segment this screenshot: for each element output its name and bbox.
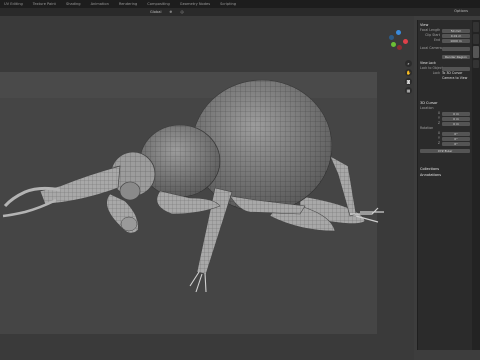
weevil-mesh-model[interactable] xyxy=(0,16,414,360)
viewport-header: Global ⊕ ◎ Options xyxy=(0,8,480,16)
tab-geometry-nodes[interactable]: Geometry Nodes xyxy=(180,2,210,6)
options-dropdown[interactable]: Options xyxy=(454,9,468,13)
clip-end-field[interactable]: 1000 m xyxy=(442,38,470,43)
zoom-icon[interactable]: ⌕ xyxy=(405,60,412,67)
tab-view[interactable] xyxy=(473,46,479,58)
orientation-dropdown[interactable]: Global xyxy=(150,10,161,14)
render-region-toggle[interactable]: Render Region xyxy=(442,54,470,59)
clip-end-label: End xyxy=(433,38,440,42)
3d-cursor-section: 3D Cursor Location X0 m Y0 m Z0 m Rotati… xyxy=(420,100,470,153)
rotation-mode-dropdown[interactable]: XYZ Euler xyxy=(420,148,470,153)
tab-texture-paint[interactable]: Texture Paint xyxy=(33,2,56,6)
workspace-bar: UV Editing Texture Paint Shading Animati… xyxy=(0,0,480,8)
snap-icon[interactable]: ⊕ xyxy=(169,10,172,14)
tab-compositing[interactable]: Compositing xyxy=(147,2,170,6)
collections-section: Collections Annotations xyxy=(420,166,470,178)
tab-scripting[interactable]: Scripting xyxy=(220,2,236,6)
tab-wkspc[interactable] xyxy=(473,60,479,68)
rotation-z-field[interactable]: 0° xyxy=(442,141,470,146)
front-legs xyxy=(106,187,233,293)
head-and-rostrum xyxy=(39,151,156,205)
3d-viewport[interactable]: ⌕ ✋ ◙ ▦ xyxy=(0,16,414,360)
camera-to-view-checkbox[interactable]: Camera to View xyxy=(442,76,467,81)
rotation-x-field[interactable]: 0° xyxy=(442,131,470,136)
gizmo-x-axis[interactable] xyxy=(403,39,408,44)
pan-hand-icon[interactable]: ✋ xyxy=(405,69,412,76)
camera-view-icon[interactable]: ◙ xyxy=(405,78,412,85)
lock-to-object-field[interactable] xyxy=(442,66,470,71)
proportional-icon[interactable]: ◎ xyxy=(180,10,183,14)
sidebar-n-panel: View Focal Length 50 mm Clip Start 0.01 m … xyxy=(417,20,472,350)
gizmo-y-axis[interactable] xyxy=(391,42,396,47)
thorax xyxy=(139,124,221,198)
local-camera-field[interactable] xyxy=(442,46,470,51)
cursor-x-field[interactable]: 0 m xyxy=(442,111,470,116)
navigation-gizmo[interactable] xyxy=(388,30,410,52)
tab-tool[interactable] xyxy=(473,34,479,44)
gizmo-neg-axis-2[interactable] xyxy=(389,35,394,40)
local-camera-label: Local Camera xyxy=(420,46,442,50)
lock-label: Lock xyxy=(432,71,440,75)
gizmo-z-axis[interactable] xyxy=(396,30,401,35)
clip-start-field[interactable]: 0.01 m xyxy=(442,33,470,38)
tab-uv-editing[interactable]: UV Editing xyxy=(4,2,23,6)
view-section: View Focal Length 50 mm Clip Start 0.01 m … xyxy=(420,22,470,81)
tab-shading[interactable]: Shading xyxy=(66,2,81,6)
tab-item[interactable] xyxy=(473,22,479,32)
tab-animation[interactable]: Animation xyxy=(91,2,109,6)
annotations-header[interactable]: Annotations xyxy=(420,172,470,178)
cursor-z-field[interactable]: 0 m xyxy=(442,121,470,126)
gizmo-neg-axis[interactable] xyxy=(397,45,402,50)
cursor-y-field[interactable]: 0 m xyxy=(442,116,470,121)
focal-length-field[interactable]: 50 mm xyxy=(442,28,470,33)
perspective-grid-icon[interactable]: ▦ xyxy=(405,87,412,94)
tab-rendering[interactable]: Rendering xyxy=(119,2,137,6)
rotation-y-field[interactable]: 0° xyxy=(442,136,470,141)
sidebar-tabs xyxy=(472,20,480,350)
